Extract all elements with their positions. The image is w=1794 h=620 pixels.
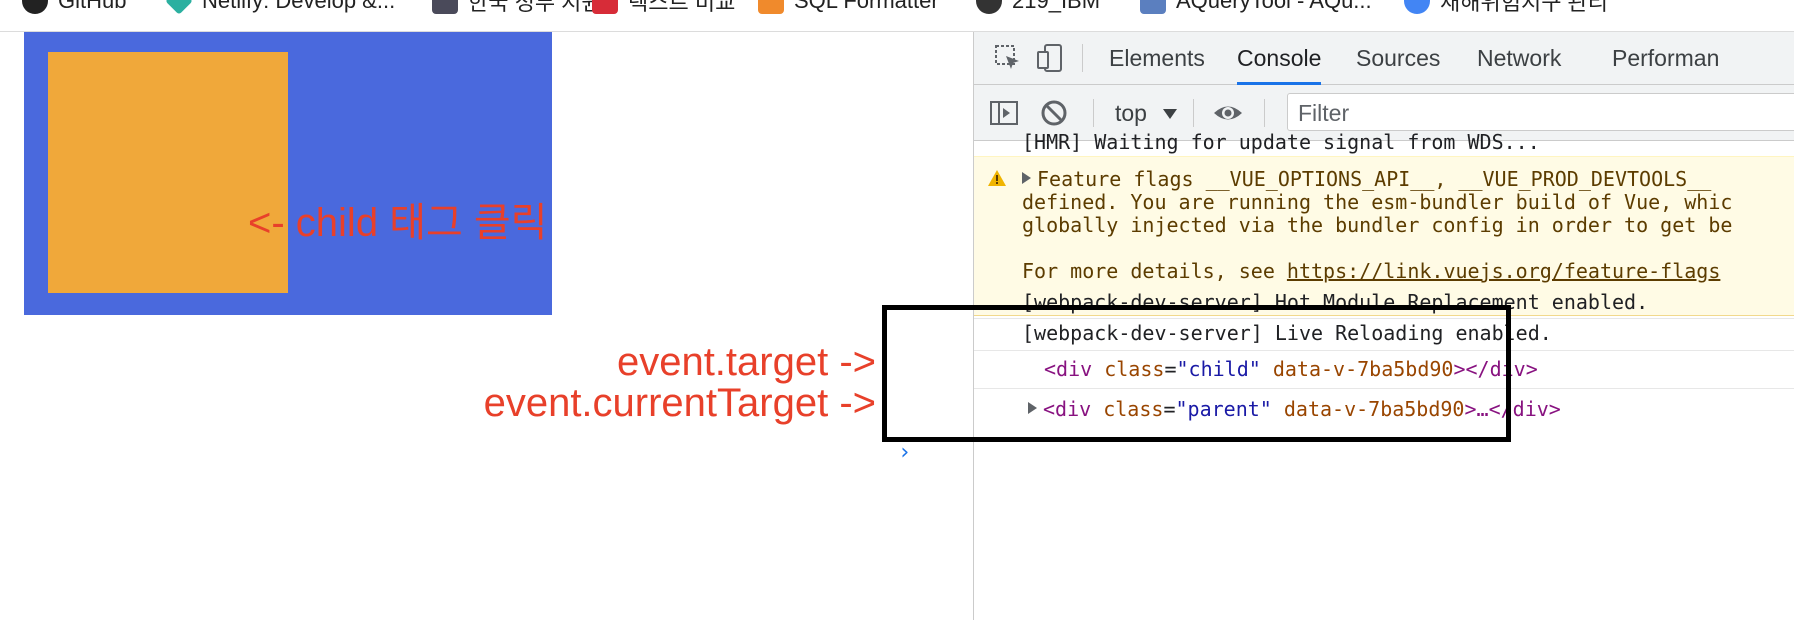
- warning-more-details: For more details, see https://link.vuejs…: [1022, 259, 1720, 283]
- warning-line-3: globally injected via the bundler config…: [1022, 213, 1733, 237]
- tab-performance[interactable]: Performan: [1612, 32, 1719, 84]
- bookmark-label: GitHub: [58, 0, 127, 13]
- bookmark-folder[interactable]: 한국 정부 지원: [432, 0, 602, 17]
- parent-div[interactable]: [24, 32, 552, 315]
- inspect-element-icon[interactable]: [992, 42, 1024, 74]
- google-icon: [1404, 0, 1430, 14]
- element-node: <div class="parent" data-v-7ba5bd90>…</d…: [1028, 397, 1561, 421]
- chevron-down-icon: [1163, 109, 1177, 119]
- row-divider: [974, 388, 1794, 389]
- attr-value: "child": [1176, 357, 1261, 381]
- bookmark-netlify[interactable]: Netlify: Develop &...: [165, 0, 396, 17]
- console-prompt-icon[interactable]: ›: [898, 440, 911, 465]
- toolbar-divider: [1193, 99, 1194, 127]
- diff-icon: [592, 0, 618, 14]
- event-current-target-annotation: event.currentTarget ->: [483, 381, 876, 425]
- page-viewport: <- child 태그 클릭: [0, 32, 973, 620]
- tab-sources[interactable]: Sources: [1356, 32, 1440, 84]
- event-target-annotation: event.target ->: [616, 340, 876, 384]
- bookmark-google[interactable]: 재해위험지구 관리: [1404, 0, 1608, 17]
- netlify-icon: [165, 0, 193, 15]
- console-message: [webpack-dev-server] Hot Module Replacem…: [974, 286, 1794, 320]
- console-text: [HMR] Waiting for update signal from WDS…: [1022, 130, 1540, 154]
- toolbar-divider: [1264, 99, 1265, 127]
- tag-close: >…</div>: [1464, 397, 1561, 421]
- expand-triangle-icon[interactable]: [1028, 402, 1037, 414]
- bookmark-label: AQueryTool - AQu...: [1176, 0, 1372, 13]
- console-text: [webpack-dev-server] Live Reloading enab…: [1022, 321, 1552, 345]
- warning-line-1: Feature flags __VUE_OPTIONS_API__, __VUE…: [1022, 167, 1711, 191]
- bookmark-label: 재해위험지구 관리: [1440, 0, 1609, 15]
- aquery-icon: [1140, 0, 1166, 14]
- bookmark-label: 한국 정부 지원: [468, 0, 602, 15]
- row-divider: [974, 318, 1794, 319]
- tab-network[interactable]: Network: [1477, 32, 1561, 84]
- bookmark-label: SQL Formatter: [794, 0, 939, 13]
- bookmark-diff[interactable]: 텍스트 비교: [592, 0, 735, 17]
- attr-name: data-v-7ba5bd90: [1283, 397, 1465, 421]
- console-text: For more details, see: [1022, 259, 1287, 283]
- bookmark-219[interactable]: 219_IBM: [976, 0, 1100, 17]
- bookmark-label: 219_IBM: [1012, 0, 1101, 13]
- tab-elements[interactable]: Elements: [1109, 32, 1205, 84]
- console-element-parent[interactable]: <div class="parent" data-v-7ba5bd90>…</d…: [974, 390, 1794, 428]
- globe-icon: [976, 0, 1002, 14]
- tag-open: <div: [1044, 357, 1093, 381]
- bookmark-label: Netlify: Develop &...: [202, 0, 396, 13]
- bookmark-label: 텍스트 비교: [628, 0, 736, 15]
- console-text: Feature flags __VUE_OPTIONS_API__, __VUE…: [1037, 167, 1712, 191]
- warning-line-2: defined. You are running the esm-bundler…: [1022, 190, 1733, 214]
- tag-close: ></div>: [1453, 357, 1538, 381]
- toolbar-divider: [1093, 99, 1094, 127]
- tag-open: <div: [1043, 397, 1092, 421]
- attr-name: class: [1104, 357, 1165, 381]
- child-click-annotation: <- child 태그 클릭: [248, 201, 548, 245]
- bookmark-sql-formatter[interactable]: SQL Formatter: [758, 0, 939, 17]
- sql-icon: [758, 0, 784, 14]
- attr-value: "parent": [1175, 397, 1272, 421]
- expand-triangle-icon[interactable]: [1022, 172, 1031, 184]
- devtools-panel: Elements Console Sources Network Perform…: [973, 32, 1794, 620]
- console-element-child[interactable]: <div class="child" data-v-7ba5bd90></div…: [974, 352, 1794, 390]
- bookmarks-bar: GitHub Netlify: Develop &... 한국 정부 지원 텍스…: [0, 0, 1794, 32]
- attr-name: class: [1103, 397, 1164, 421]
- bookmark-folder-icon: [432, 0, 458, 14]
- tab-console[interactable]: Console: [1237, 32, 1322, 85]
- github-icon: [22, 0, 48, 14]
- row-divider: [974, 350, 1794, 351]
- feature-flags-link[interactable]: https://link.vuejs.org/feature-flags: [1287, 259, 1720, 283]
- warning-icon: [987, 168, 1007, 192]
- element-node: <div class="child" data-v-7ba5bd90></div…: [1044, 357, 1538, 381]
- toolbar-divider: [1082, 44, 1083, 72]
- device-toolbar-icon[interactable]: [1034, 42, 1066, 74]
- bookmark-aquerytool[interactable]: AQueryTool - AQu...: [1140, 0, 1372, 17]
- attr-name: data-v-7ba5bd90: [1272, 357, 1454, 381]
- child-div[interactable]: [48, 52, 288, 293]
- devtools-tab-bar: Elements Console Sources Network Perform…: [974, 32, 1794, 85]
- console-text: [webpack-dev-server] Hot Module Replacem…: [1022, 290, 1649, 314]
- bookmark-github[interactable]: GitHub: [22, 0, 126, 17]
